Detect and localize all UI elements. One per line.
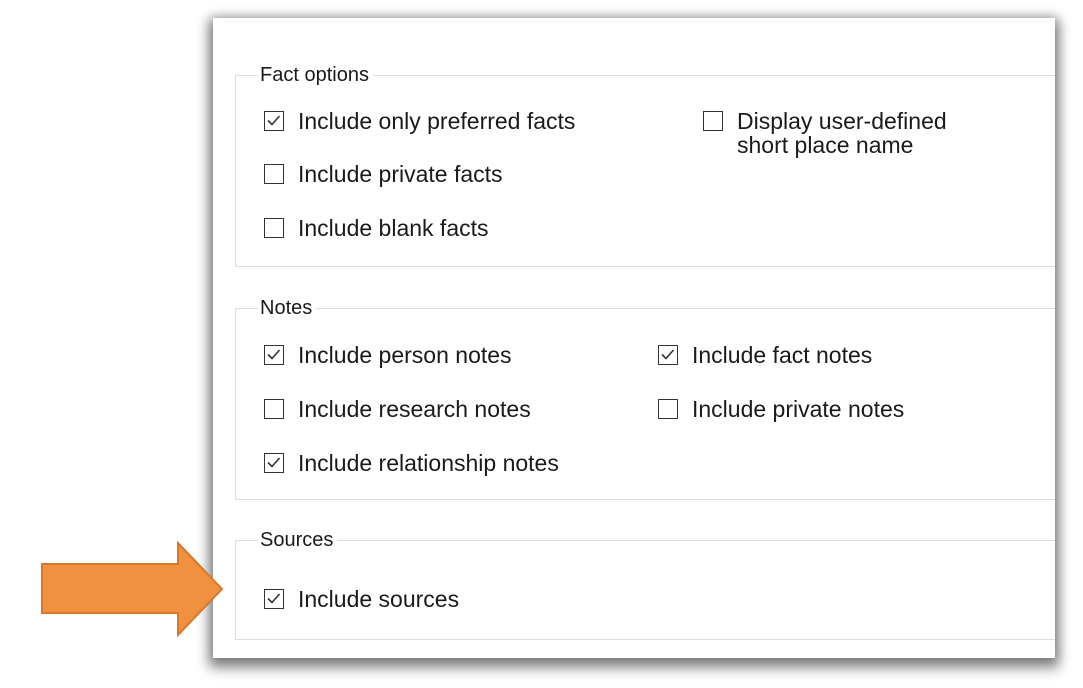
checkbox-box[interactable]	[264, 164, 284, 184]
fact-options-legend: Fact options	[258, 64, 373, 86]
checkmark-stroke	[267, 457, 281, 468]
checkbox-label: Include private notes	[692, 396, 905, 422]
checkbox-include-private-notes[interactable]: Include private notes	[658, 397, 904, 421]
arrow-shape	[41, 541, 224, 638]
checkbox-include-blank-facts[interactable]: Include blank facts	[264, 216, 489, 240]
options-dialog: Fact options Include only preferred fact…	[213, 18, 1055, 658]
checkbox-box[interactable]	[264, 345, 284, 365]
checkmark-stroke	[267, 349, 281, 360]
checkbox-label: Include research notes	[298, 396, 531, 422]
checkbox-label: Include relationship notes	[298, 450, 559, 476]
checkbox-box[interactable]	[264, 399, 284, 419]
checkbox-include-person-notes[interactable]: Include person notes	[264, 343, 512, 367]
checkbox-label: Display user-defined short place name	[737, 108, 947, 158]
screenshot-stage: Fact options Include only preferred fact…	[0, 0, 1083, 688]
checkbox-label: Include fact notes	[692, 342, 873, 368]
checkbox-include-only-preferred-facts[interactable]: Include only preferred facts	[264, 109, 575, 133]
checkbox-label: Include sources	[298, 586, 460, 612]
fact-options-group: Fact options Include only preferred fact…	[235, 64, 1055, 267]
checkmark-icon	[267, 115, 281, 126]
checkmark-icon	[661, 349, 675, 360]
checkbox-label: Include person notes	[298, 342, 512, 368]
notes-group: Notes Include person notes Include resea…	[235, 297, 1055, 500]
checkbox-box[interactable]	[658, 345, 678, 365]
checkmark-icon	[267, 349, 281, 360]
checkbox-include-private-facts[interactable]: Include private facts	[264, 162, 503, 186]
sources-legend: Sources	[258, 529, 338, 551]
checkbox-label: Include only preferred facts	[298, 108, 576, 134]
checkbox-box[interactable]	[703, 111, 723, 131]
checkbox-label: Include blank facts	[298, 215, 489, 241]
checkbox-include-relationship-notes[interactable]: Include relationship notes	[264, 451, 559, 475]
right-arrow-icon	[41, 541, 224, 638]
sources-group: Sources Include sources	[235, 529, 1055, 640]
checkmark-icon	[267, 593, 281, 604]
checkbox-include-fact-notes[interactable]: Include fact notes	[658, 343, 872, 367]
notes-legend: Notes	[258, 297, 317, 319]
checkbox-box[interactable]	[264, 111, 284, 131]
checkbox-box[interactable]	[264, 218, 284, 238]
checkbox-display-user-defined-short-place-name[interactable]: Display user-defined short place name	[703, 109, 947, 157]
checkbox-include-research-notes[interactable]: Include research notes	[264, 397, 531, 421]
checkbox-box[interactable]	[658, 399, 678, 419]
checkbox-box[interactable]	[264, 453, 284, 473]
checkmark-stroke	[267, 115, 281, 126]
checkbox-label: Include private facts	[298, 161, 503, 187]
checkmark-stroke	[661, 349, 675, 360]
checkmark-icon	[267, 457, 281, 468]
checkmark-stroke	[267, 593, 281, 604]
checkbox-box[interactable]	[264, 589, 284, 609]
checkbox-include-sources[interactable]: Include sources	[264, 587, 459, 611]
